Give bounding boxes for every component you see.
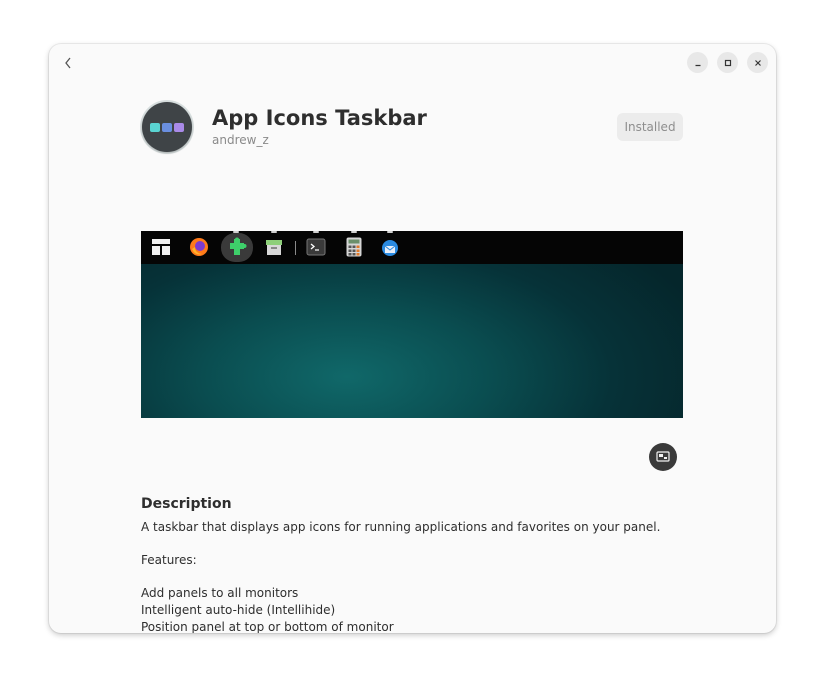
description-heading: Description	[141, 496, 232, 512]
maximize-icon	[724, 59, 731, 66]
maximize-button[interactable]	[717, 52, 738, 73]
terminal-icon	[306, 237, 326, 257]
feature-item: Intelligent auto-hide (Intellihide)	[141, 603, 336, 617]
archive-icon	[264, 237, 284, 257]
thunderbird-icon	[380, 237, 400, 257]
close-icon	[754, 59, 761, 66]
app-screenshot[interactable]	[141, 231, 683, 418]
extensions-icon	[227, 237, 247, 257]
app-icons-taskbar-icon	[142, 102, 192, 152]
minimize-icon	[695, 64, 700, 66]
taskbar-preview	[141, 231, 683, 264]
feature-item: Position panel at top or bottom of monit…	[141, 620, 394, 633]
installed-button[interactable]: Installed	[617, 113, 683, 141]
share-screen-button[interactable]	[649, 443, 677, 471]
features-label: Features:	[141, 553, 197, 567]
back-button[interactable]	[57, 52, 79, 74]
description-summary: A taskbar that displays app icons for ru…	[141, 520, 661, 534]
feature-item: Add panels to all monitors	[141, 586, 299, 600]
close-button[interactable]	[747, 52, 768, 73]
minimize-button[interactable]	[687, 52, 708, 73]
layout-icon	[151, 237, 171, 257]
share-screen-icon	[656, 451, 670, 462]
calculator-icon	[344, 237, 364, 257]
app-title: App Icons Taskbar	[212, 106, 427, 130]
chevron-left-icon	[65, 57, 71, 69]
firefox-icon	[189, 237, 209, 257]
app-author: andrew_z	[212, 133, 269, 147]
app-details-window: App Icons Taskbar andrew_z Installed Des…	[49, 44, 776, 633]
